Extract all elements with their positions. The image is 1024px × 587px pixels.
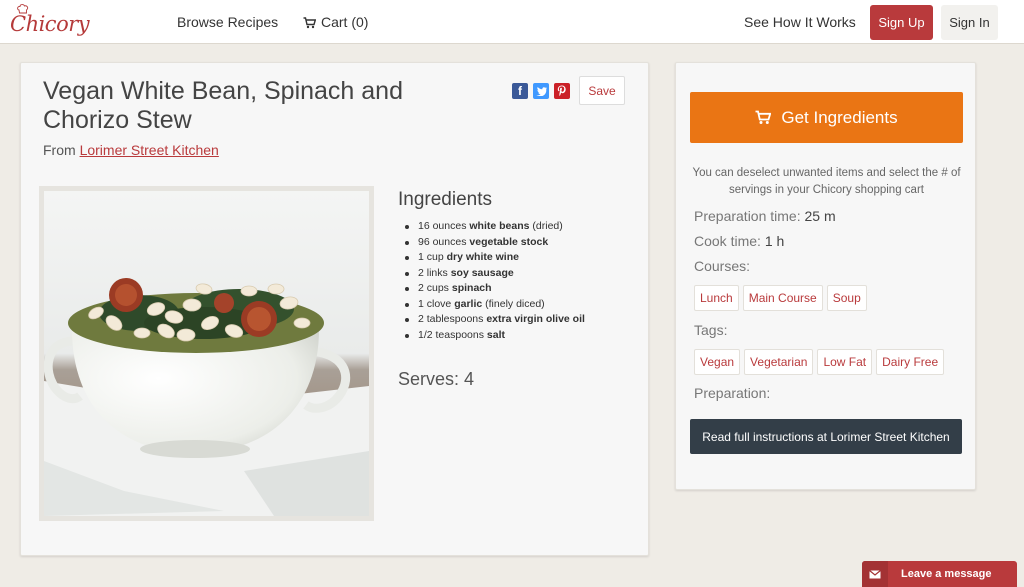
ingredients-heading: Ingredients — [398, 189, 493, 210]
get-ingredients-button[interactable]: Get Ingredients — [690, 92, 963, 143]
cart-icon — [755, 110, 772, 124]
envelope-icon — [862, 561, 888, 587]
see-how-it-works-link[interactable]: See How It Works — [744, 14, 856, 30]
ingredient-item: 16 ounces white beans (dried) — [402, 219, 632, 235]
leave-message-label: Leave a message — [901, 568, 992, 580]
sign-in-button[interactable]: Sign In — [941, 5, 998, 40]
cart-link[interactable]: Cart (0) — [303, 14, 368, 30]
sign-up-button[interactable]: Sign Up — [870, 5, 933, 40]
cart-note: You can deselect unwanted items and sele… — [692, 167, 961, 196]
tags-label: Tags: — [694, 322, 728, 338]
tag-vegetarian[interactable]: Vegetarian — [744, 349, 814, 375]
ingredient-item: 1/2 teaspoons salt — [402, 328, 632, 344]
recipe-card: Vegan White Bean, Spinach and Chorizo St… — [20, 62, 649, 556]
ingredient-item: 2 links soy sausage — [402, 266, 632, 282]
recipe-photo — [44, 191, 369, 516]
source-prefix: From — [43, 142, 76, 158]
facebook-icon[interactable]: f — [512, 83, 528, 99]
leave-message-button[interactable]: Leave a message — [862, 561, 1017, 587]
ingredient-item: 1 clove garlic (finely diced) — [402, 297, 632, 313]
preparation-label: Preparation: — [694, 385, 771, 401]
twitter-icon[interactable] — [533, 83, 549, 99]
chicory-logo[interactable]: Chicory — [6, 4, 90, 40]
tag-low-fat[interactable]: Low Fat — [817, 349, 873, 375]
ingredient-item: 2 cups spinach — [402, 281, 632, 297]
purchase-sidebar: Get Ingredients You can deselect unwante… — [675, 62, 976, 490]
source-link[interactable]: Lorimer Street Kitchen — [80, 142, 219, 158]
course-tag-lunch[interactable]: Lunch — [694, 285, 739, 311]
browse-recipes-link[interactable]: Browse Recipes — [177, 14, 278, 30]
logo-text: Chicory — [10, 12, 90, 36]
read-full-instructions-button[interactable]: Read full instructions at Lorimer Street… — [690, 419, 962, 454]
tags-list: Vegan Vegetarian Low Fat Dairy Free — [694, 349, 945, 375]
get-ingredients-label: Get Ingredients — [781, 107, 898, 127]
tag-vegan[interactable]: Vegan — [694, 349, 741, 375]
serves-count: Serves: 4 — [398, 369, 475, 389]
courses-label: Courses: — [694, 258, 751, 274]
ingredient-item: 96 ounces vegetable stock — [402, 235, 632, 251]
ingredient-item: 2 tablespoons extra virgin olive oil — [402, 312, 632, 328]
pinterest-icon[interactable] — [554, 83, 570, 99]
ingredient-item: 1 cup dry white wine — [402, 250, 632, 266]
cook-time: Cook time: 1 h — [694, 233, 785, 249]
cart-icon — [303, 17, 317, 29]
cart-label: Cart (0) — [321, 14, 369, 30]
course-tag-soup[interactable]: Soup — [826, 285, 867, 311]
ingredients-list: 16 ounces white beans (dried) 96 ounces … — [402, 219, 632, 343]
courses-list: Lunch Main Course Soup — [694, 285, 867, 311]
recipe-source: From Lorimer Street Kitchen — [43, 142, 219, 158]
top-navigation-bar: Chicory Browse Recipes Cart (0) See How … — [0, 0, 1024, 44]
recipe-title: Vegan White Bean, Spinach and Chorizo St… — [43, 77, 403, 134]
save-button[interactable]: Save — [579, 76, 625, 105]
tag-dairy-free[interactable]: Dairy Free — [876, 349, 945, 375]
recipe-photo-frame — [39, 186, 374, 521]
course-tag-main-course[interactable]: Main Course — [742, 285, 823, 311]
prep-time: Preparation time: 25 m — [694, 208, 836, 224]
